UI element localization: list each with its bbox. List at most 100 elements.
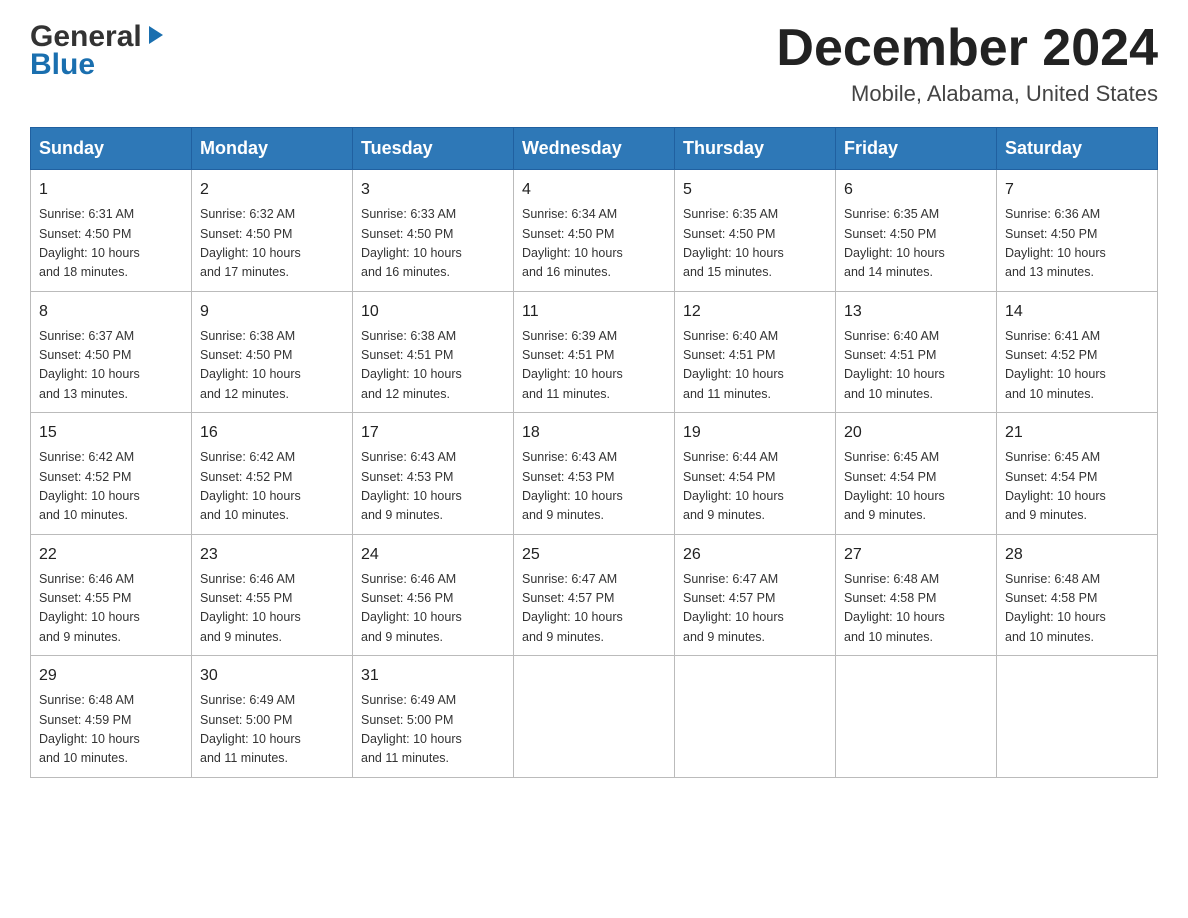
month-title: December 2024 (776, 20, 1158, 77)
calendar-cell: 27 Sunrise: 6:48 AMSunset: 4:58 PMDayligh… (836, 534, 997, 656)
title-section: December 2024 Mobile, Alabama, United St… (776, 20, 1158, 107)
day-info: Sunrise: 6:40 AMSunset: 4:51 PMDaylight:… (844, 327, 988, 405)
day-info: Sunrise: 6:47 AMSunset: 4:57 PMDaylight:… (522, 570, 666, 648)
day-number: 21 (1005, 421, 1149, 445)
day-number: 25 (522, 543, 666, 567)
day-info: Sunrise: 6:46 AMSunset: 4:55 PMDaylight:… (200, 570, 344, 648)
day-info: Sunrise: 6:34 AMSunset: 4:50 PMDaylight:… (522, 205, 666, 283)
day-number: 4 (522, 178, 666, 202)
day-number: 14 (1005, 300, 1149, 324)
day-info: Sunrise: 6:44 AMSunset: 4:54 PMDaylight:… (683, 448, 827, 526)
day-number: 17 (361, 421, 505, 445)
day-number: 30 (200, 664, 344, 688)
calendar-cell: 2Sunrise: 6:32 AMSunset: 4:50 PMDaylight… (192, 170, 353, 292)
day-number: 3 (361, 178, 505, 202)
calendar-cell: 11Sunrise: 6:39 AMSunset: 4:51 PMDayligh… (514, 291, 675, 413)
day-number: 15 (39, 421, 183, 445)
day-number: 26 (683, 543, 827, 567)
calendar-cell: 5Sunrise: 6:35 AMSunset: 4:50 PMDaylight… (675, 170, 836, 292)
day-number: 11 (522, 300, 666, 324)
day-number: 7 (1005, 178, 1149, 202)
calendar-cell: 15Sunrise: 6:42 AMSunset: 4:52 PMDayligh… (31, 413, 192, 535)
day-info: Sunrise: 6:40 AMSunset: 4:51 PMDaylight:… (683, 327, 827, 405)
calendar-cell: 12 Sunrise: 6:40 AMSunset: 4:51 PMDayligh… (675, 291, 836, 413)
calendar-cell: 19Sunrise: 6:44 AMSunset: 4:54 PMDayligh… (675, 413, 836, 535)
calendar-cell: 29 Sunrise: 6:48 AMSunset: 4:59 PMDayligh… (31, 656, 192, 778)
calendar-cell: 14 Sunrise: 6:41 AMSunset: 4:52 PMDayligh… (997, 291, 1158, 413)
day-number: 6 (844, 178, 988, 202)
day-info: Sunrise: 6:45 AMSunset: 4:54 PMDaylight:… (1005, 448, 1149, 526)
week-row-3: 15 Sunrise: 6:42 AMSunset: 4:52 PMDayligh… (31, 413, 1158, 535)
day-info: Sunrise: 6:42 AMSunset: 4:52 PMDaylight:… (200, 448, 344, 526)
calendar-cell: 10Sunrise: 6:38 AMSunset: 4:51 PMDayligh… (353, 291, 514, 413)
day-info: Sunrise: 6:46 AMSunset: 4:56 PMDaylight:… (361, 570, 505, 648)
logo-arrow-icon (145, 24, 167, 46)
calendar-cell (836, 656, 997, 778)
calendar-cell: 17 Sunrise: 6:43 AMSunset: 4:53 PMDayligh… (353, 413, 514, 535)
calendar-cell: 31 Sunrise: 6:49 AMSunset: 5:00 PMDayligh… (353, 656, 514, 778)
day-info: Sunrise: 6:43 AMSunset: 4:53 PMDaylight:… (361, 448, 505, 526)
calendar-cell: 30 Sunrise: 6:49 AMSunset: 5:00 PMDayligh… (192, 656, 353, 778)
header-thursday: Thursday (675, 128, 836, 170)
calendar-cell: 22Sunrise: 6:46 AMSunset: 4:55 PMDayligh… (31, 534, 192, 656)
day-info: Sunrise: 6:35 AMSunset: 4:50 PMDaylight:… (683, 205, 827, 283)
calendar-cell: 1 Sunrise: 6:31 AMSunset: 4:50 PMDaylight… (31, 170, 192, 292)
header-saturday: Saturday (997, 128, 1158, 170)
page-header: General Blue December 2024 Mobile, Alaba… (30, 20, 1158, 107)
day-info: Sunrise: 6:33 AMSunset: 4:50 PMDaylight:… (361, 205, 505, 283)
calendar-cell (997, 656, 1158, 778)
day-info: Sunrise: 6:31 AMSunset: 4:50 PMDaylight:… (39, 205, 183, 283)
day-number: 8 (39, 300, 183, 324)
calendar-cell: 13Sunrise: 6:40 AMSunset: 4:51 PMDayligh… (836, 291, 997, 413)
logo-blue-text: Blue (30, 48, 95, 82)
calendar-cell: 21 Sunrise: 6:45 AMSunset: 4:54 PMDayligh… (997, 413, 1158, 535)
day-info: Sunrise: 6:36 AMSunset: 4:50 PMDaylight:… (1005, 205, 1149, 283)
day-number: 20 (844, 421, 988, 445)
day-number: 28 (1005, 543, 1149, 567)
day-number: 22 (39, 543, 183, 567)
day-number: 12 (683, 300, 827, 324)
calendar-cell: 18Sunrise: 6:43 AMSunset: 4:53 PMDayligh… (514, 413, 675, 535)
day-info: Sunrise: 6:49 AMSunset: 5:00 PMDaylight:… (361, 691, 505, 769)
calendar-cell: 9 Sunrise: 6:38 AMSunset: 4:50 PMDaylight… (192, 291, 353, 413)
day-number: 9 (200, 300, 344, 324)
day-info: Sunrise: 6:48 AMSunset: 4:59 PMDaylight:… (39, 691, 183, 769)
calendar-cell: 20 Sunrise: 6:45 AMSunset: 4:54 PMDayligh… (836, 413, 997, 535)
day-info: Sunrise: 6:45 AMSunset: 4:54 PMDaylight:… (844, 448, 988, 526)
calendar-cell: 24 Sunrise: 6:46 AMSunset: 4:56 PMDayligh… (353, 534, 514, 656)
day-info: Sunrise: 6:43 AMSunset: 4:53 PMDaylight:… (522, 448, 666, 526)
day-number: 24 (361, 543, 505, 567)
calendar-cell: 28 Sunrise: 6:48 AMSunset: 4:58 PMDayligh… (997, 534, 1158, 656)
weekday-header-row: Sunday Monday Tuesday Wednesday Thursday… (31, 128, 1158, 170)
week-row-4: 22 Sunrise: 6:46 AMSunset: 4:55 PMDayligh… (31, 534, 1158, 656)
day-info: Sunrise: 6:48 AMSunset: 4:58 PMDaylight:… (1005, 570, 1149, 648)
day-info: Sunrise: 6:37 AMSunset: 4:50 PMDaylight:… (39, 327, 183, 405)
day-info: Sunrise: 6:32 AMSunset: 4:50 PMDaylight:… (200, 205, 344, 283)
week-row-5: 29 Sunrise: 6:48 AMSunset: 4:59 PMDayligh… (31, 656, 1158, 778)
day-number: 16 (200, 421, 344, 445)
calendar-table: Sunday Monday Tuesday Wednesday Thursday… (30, 127, 1158, 778)
day-info: Sunrise: 6:47 AMSunset: 4:57 PMDaylight:… (683, 570, 827, 648)
calendar-cell: 16 Sunrise: 6:42 AMSunset: 4:52 PMDayligh… (192, 413, 353, 535)
day-info: Sunrise: 6:38 AMSunset: 4:50 PMDaylight:… (200, 327, 344, 405)
calendar-cell: 3 Sunrise: 6:33 AMSunset: 4:50 PMDaylight… (353, 170, 514, 292)
day-info: Sunrise: 6:35 AMSunset: 4:50 PMDaylight:… (844, 205, 988, 283)
day-info: Sunrise: 6:38 AMSunset: 4:51 PMDaylight:… (361, 327, 505, 405)
calendar-cell (675, 656, 836, 778)
calendar-cell: 25 Sunrise: 6:47 AMSunset: 4:57 PMDayligh… (514, 534, 675, 656)
day-number: 1 (39, 178, 183, 202)
calendar-cell: 4 Sunrise: 6:34 AMSunset: 4:50 PMDaylight… (514, 170, 675, 292)
location-text: Mobile, Alabama, United States (776, 81, 1158, 107)
day-number: 23 (200, 543, 344, 567)
day-info: Sunrise: 6:41 AMSunset: 4:52 PMDaylight:… (1005, 327, 1149, 405)
day-number: 27 (844, 543, 988, 567)
calendar-cell: 6 Sunrise: 6:35 AMSunset: 4:50 PMDaylight… (836, 170, 997, 292)
calendar-cell: 7 Sunrise: 6:36 AMSunset: 4:50 PMDaylight… (997, 170, 1158, 292)
calendar-cell (514, 656, 675, 778)
day-info: Sunrise: 6:48 AMSunset: 4:58 PMDaylight:… (844, 570, 988, 648)
day-number: 29 (39, 664, 183, 688)
day-info: Sunrise: 6:49 AMSunset: 5:00 PMDaylight:… (200, 691, 344, 769)
header-sunday: Sunday (31, 128, 192, 170)
day-number: 31 (361, 664, 505, 688)
calendar-cell: 8 Sunrise: 6:37 AMSunset: 4:50 PMDaylight… (31, 291, 192, 413)
